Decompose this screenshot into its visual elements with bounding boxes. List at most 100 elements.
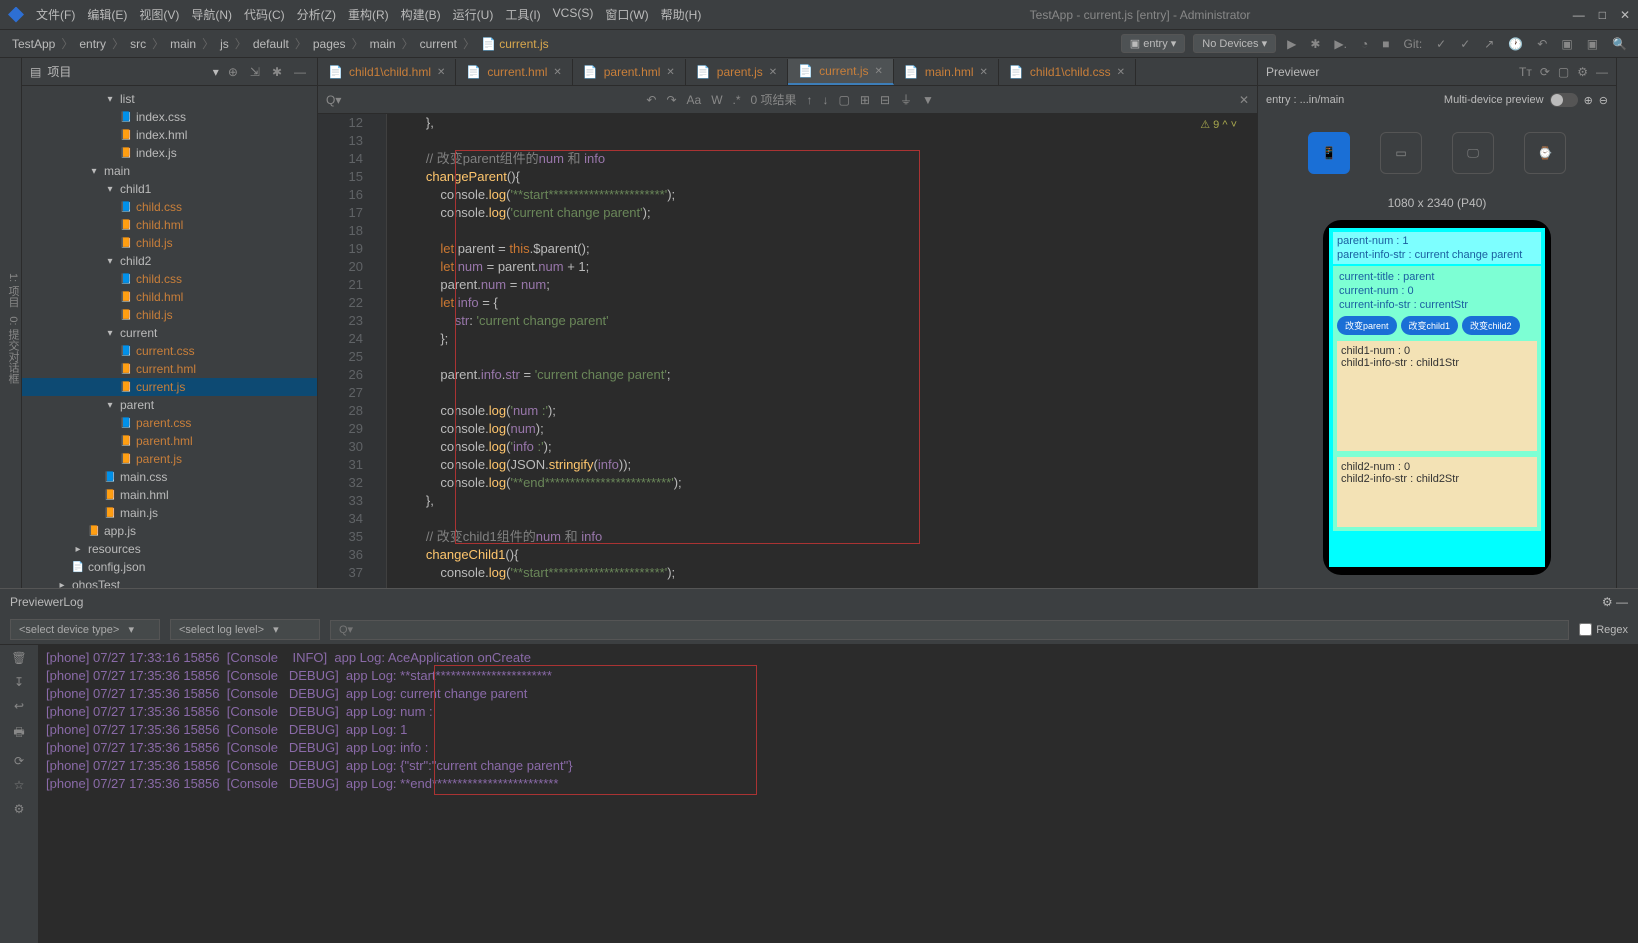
up-icon[interactable]: ↑ [807,93,813,107]
search-icon[interactable]: 🔍 [1609,37,1630,51]
git-commit-icon[interactable]: ✓ [1433,37,1449,51]
prev-occurrence-icon[interactable]: ↶ [646,93,656,107]
tree-item[interactable]: ▾child2 [22,252,317,270]
tab-close-icon[interactable]: ✕ [875,66,883,77]
down-icon[interactable]: ↓ [823,93,829,107]
hide-icon[interactable]: — [1596,65,1608,79]
log-scroll-icon[interactable]: ↧ [14,675,24,689]
menu-item[interactable]: 运行(U) [447,6,500,23]
filter-icon[interactable]: ⏚ [900,91,912,108]
breadcrumb-item[interactable]: src [126,37,150,51]
code-line[interactable]: console.log('**end**********************… [397,474,1257,492]
editor-tab[interactable]: 📄current.hml✕ [456,59,572,85]
log-level-select[interactable]: <select log level> ▾ [170,619,320,640]
editor-tab[interactable]: 📄parent.js✕ [686,59,788,85]
tree-item[interactable]: 📙child.js [22,306,317,324]
breadcrumb-item[interactable]: pages [309,37,350,51]
code-line[interactable]: console.log(JSON.stringify(info)); [397,456,1257,474]
menu-item[interactable]: 重构(R) [342,6,395,23]
entry-dropdown[interactable]: ▣ entry ▾ [1121,34,1186,53]
warnings-badge[interactable]: ⚠ 9 [1200,119,1219,131]
tool2-icon[interactable]: ▣ [1584,37,1601,51]
tree-item[interactable]: 📙index.js [22,144,317,162]
code-line[interactable]: // 改变child1组件的num 和 info [397,528,1257,546]
breadcrumb-item[interactable]: default [249,37,293,51]
tree-item[interactable]: ▾child1 [22,180,317,198]
tab-close-icon[interactable]: ✕ [437,67,445,78]
debug-icon[interactable]: ✱ [1307,37,1323,51]
git-update-icon[interactable]: ↗ [1481,37,1497,51]
multi-device-toggle[interactable] [1550,93,1578,107]
tree-item[interactable]: 📙app.js [22,522,317,540]
editor-tab[interactable]: 📄child1\child.css✕ [999,59,1136,85]
log-restart-icon[interactable]: ⟳ [14,754,24,768]
tree-item[interactable]: 📘parent.css [22,414,317,432]
tree-item[interactable]: ▾list [22,90,317,108]
tree-item[interactable]: 📙parent.hml [22,432,317,450]
code-line[interactable]: str: 'current change parent' [397,312,1257,330]
code-line[interactable]: // 改变parent组件的num 和 info [397,150,1257,168]
rem-sel-icon[interactable]: ⊟ [880,93,890,107]
log-fav-icon[interactable]: ☆ [14,778,25,792]
project-dropdown-icon[interactable]: ▾ [213,65,219,79]
regex-icon[interactable]: .* [733,93,741,107]
code-line[interactable] [397,510,1257,528]
menu-item[interactable]: 导航(N) [185,6,238,23]
menu-item[interactable]: 文件(F) [30,6,81,23]
menu-item[interactable]: 编辑(E) [81,6,133,23]
code-line[interactable]: console.log('**start********************… [397,564,1257,582]
device-tablet-icon[interactable]: ▭ [1380,132,1422,174]
tree-item[interactable]: 📘main.css [22,468,317,486]
code-line[interactable]: let parent = this.$parent(); [397,240,1257,258]
tab-close-icon[interactable]: ✕ [553,67,561,78]
device-watch-icon[interactable]: ⌚ [1524,132,1566,174]
tree-item[interactable]: ▾current [22,324,317,342]
preview-button[interactable]: 改变child1 [1401,316,1459,335]
settings-icon[interactable]: — [291,65,309,79]
tree-item[interactable]: 📙main.js [22,504,317,522]
zoom-out-icon[interactable]: ⊖ [1599,94,1608,107]
stop-icon[interactable]: ■ [1379,37,1392,51]
menu-item[interactable]: 构建(B) [395,6,447,23]
tree-item[interactable]: 📙main.hml [22,486,317,504]
git-history-icon[interactable]: 🕐 [1505,37,1526,51]
left-tool-strip[interactable]: 1: 项目 0: 提交对话框 [0,58,22,588]
code-line[interactable]: let info = { [397,294,1257,312]
tree-item[interactable]: 📙current.hml [22,360,317,378]
tree-item[interactable]: ▾parent [22,396,317,414]
breadcrumb-item[interactable]: main [366,37,400,51]
expand-icon[interactable]: ⇲ [247,65,263,79]
log-clear-icon[interactable]: 🗑 [11,651,26,665]
code-line[interactable]: console.log('**start********************… [397,186,1257,204]
device-phone-icon[interactable]: 📱 [1308,132,1350,174]
code-line[interactable]: changeParent(){ [397,168,1257,186]
tree-item[interactable]: 📘child.css [22,198,317,216]
gear-icon[interactable]: ⚙ [1577,65,1588,79]
next-occurrence-icon[interactable]: ↷ [666,93,676,107]
maximize-icon[interactable]: □ [1599,8,1606,22]
close-icon[interactable]: ✕ [1620,8,1630,22]
project-tree[interactable]: ▾list📘index.css📙index.hml📙index.js▾main▾… [22,86,317,588]
code-line[interactable]: console.log(num); [397,420,1257,438]
right-tool-strip[interactable] [1616,58,1638,588]
funnel-icon[interactable]: ▼ [922,93,934,107]
search-icon[interactable]: Q▾ [326,93,341,107]
breadcrumb-item[interactable]: entry [75,37,110,51]
zoom-in-icon[interactable]: ⊕ [1584,94,1593,107]
breadcrumb-item[interactable]: current [416,37,461,51]
locate-icon[interactable]: ⊕ [225,65,241,79]
tree-item[interactable]: 📘index.css [22,108,317,126]
breadcrumb-item[interactable]: js [216,37,233,51]
breadcrumb-item[interactable]: TestApp [8,37,59,51]
git-revert-icon[interactable]: ↶ [1534,37,1550,51]
tree-item[interactable]: 📙parent.js [22,450,317,468]
code-line[interactable]: changeChild1(){ [397,546,1257,564]
prev-tool1-icon[interactable]: Tт [1519,65,1532,79]
device-tv-icon[interactable]: 🖵 [1452,132,1494,174]
minimize-icon[interactable]: — [1573,8,1585,22]
device-dropdown[interactable]: No Devices ▾ [1193,34,1276,53]
run-icon[interactable]: ▶ [1284,37,1299,51]
code-line[interactable] [397,384,1257,402]
code-line[interactable]: }, [397,492,1257,510]
log-settings-icon[interactable]: ⚙ [14,802,25,816]
